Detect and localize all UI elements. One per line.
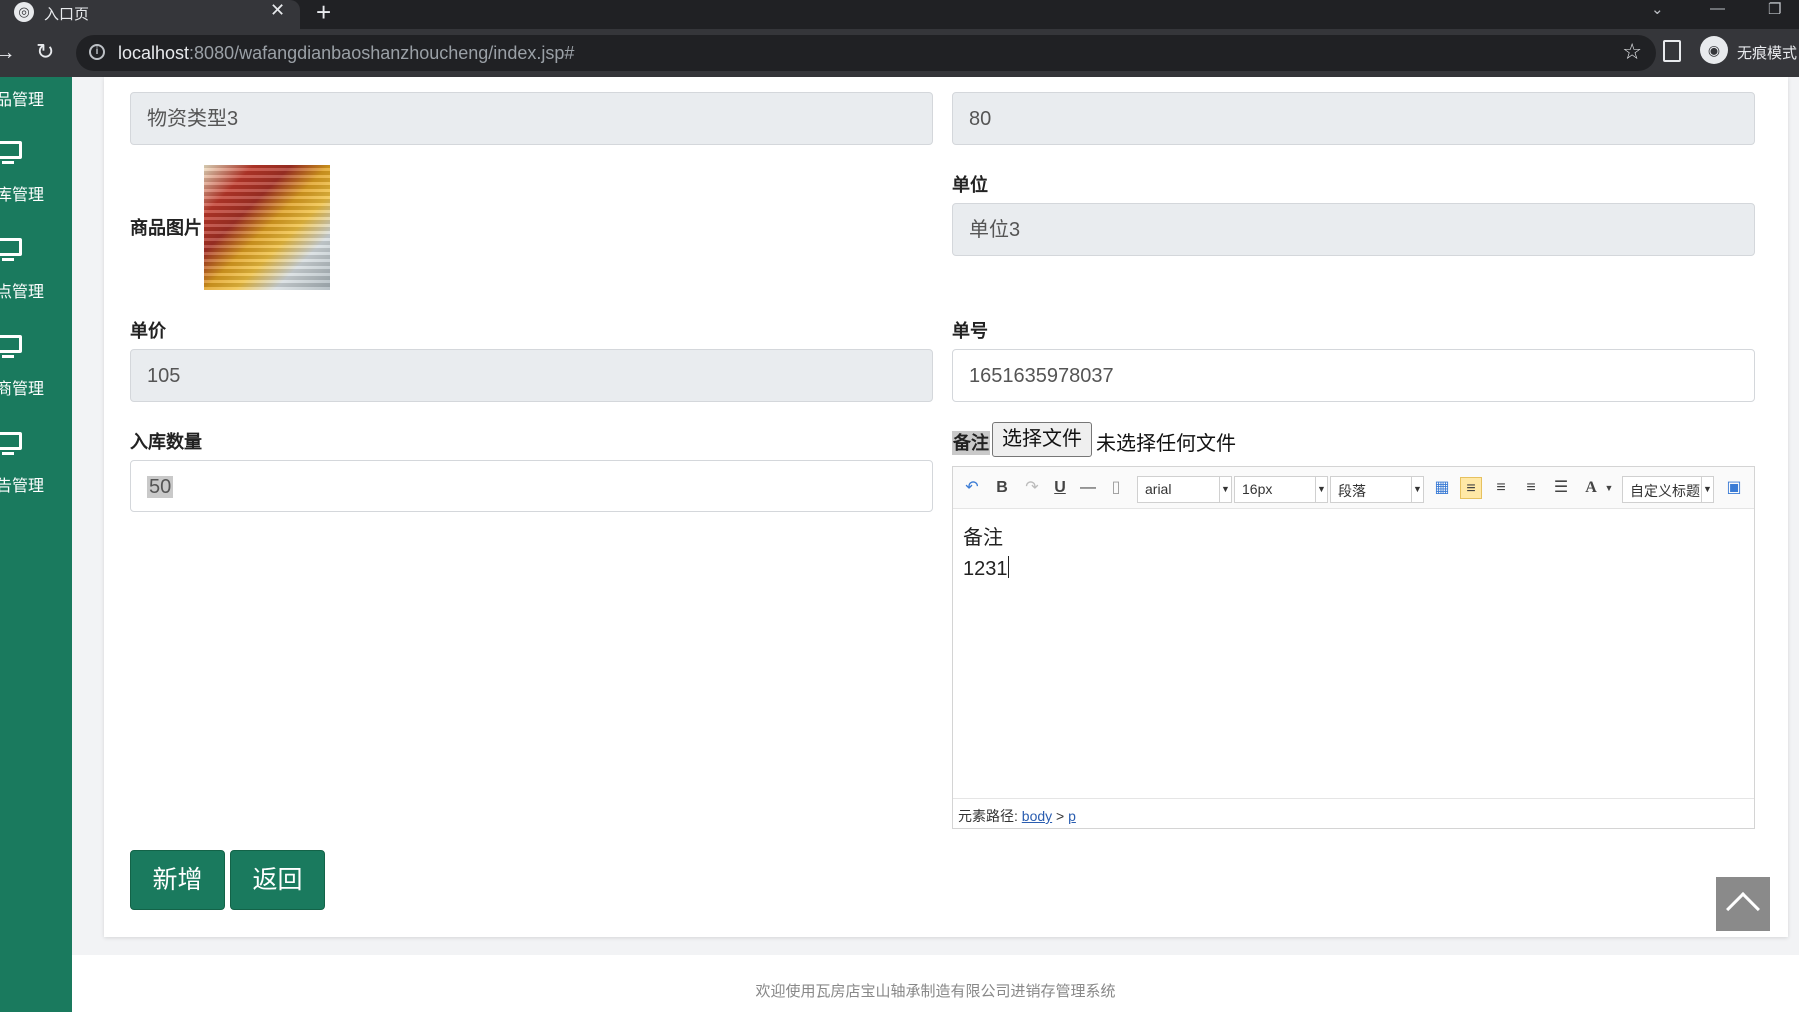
back-to-top-button[interactable] <box>1716 877 1770 931</box>
underline-icon[interactable]: U <box>1049 477 1071 499</box>
editor-toolbar: ↶ B ↷ U — ▯ arial ▼ 16px ▼ 段落 ▼ ▦ ≡ ≡ ≡ ☰ A… <box>953 467 1754 509</box>
new-tab-icon[interactable]: + <box>316 0 331 28</box>
material-type-field[interactable]: 物资类型3 <box>130 92 933 145</box>
unit-field[interactable]: 单位3 <box>952 203 1755 256</box>
globe-icon: ◎ <box>14 2 34 22</box>
url-field[interactable]: i localhost:8080/wafangdianbaoshanzhouch… <box>76 35 1656 71</box>
order-no-label: 单号 <box>952 321 988 341</box>
path-separator: > <box>1056 808 1065 824</box>
undo-icon[interactable]: ↶ <box>961 477 983 499</box>
incognito-icon[interactable]: ◉ <box>1700 36 1728 64</box>
quantity-field[interactable]: 80 <box>952 92 1755 145</box>
price-field[interactable]: 105 <box>130 349 933 402</box>
monitor-icon <box>0 335 22 358</box>
chevron-up-icon <box>1726 892 1760 926</box>
image-label: 商品图片 <box>130 218 202 238</box>
chevron-down-icon[interactable]: ⌄ <box>1651 0 1664 18</box>
element-path: 元素路径: body > p <box>953 798 1754 828</box>
font-family-select[interactable]: arial ▼ <box>1137 476 1232 503</box>
back-button[interactable]: 返回 <box>230 850 325 910</box>
price-label: 单价 <box>130 321 166 341</box>
justify-icon[interactable]: ☰ <box>1550 477 1572 499</box>
monitor-icon <box>0 238 22 261</box>
font-size-select[interactable]: 16px ▼ <box>1234 476 1328 503</box>
align-center-icon[interactable]: ≡ <box>1520 477 1542 499</box>
editor-line: 备注 <box>963 527 1003 549</box>
editor-content[interactable]: 备注 1231 <box>963 523 1009 585</box>
font-color-dropdown-icon[interactable]: ▼ <box>1598 477 1620 499</box>
minimize-icon[interactable]: — <box>1710 0 1725 17</box>
forward-arrow-icon[interactable]: → <box>0 39 16 65</box>
unit-label: 单位 <box>952 175 988 195</box>
bookmark-star-icon[interactable]: ☆ <box>1622 39 1642 65</box>
browser-tab-bar: ◎ 入口页 ✕ + ⌄ — ❐ <box>0 0 1799 29</box>
editor-line-current: 1231 <box>963 556 1009 580</box>
incognito-label: 无痕模式 <box>1737 45 1798 62</box>
align-right-icon[interactable]: ≡ <box>1490 477 1512 499</box>
page-footer: 欢迎使用瓦房店宝山轴承制造有限公司进销存管理系统 <box>72 955 1799 1012</box>
info-icon[interactable]: i <box>89 44 105 60</box>
sidebar-item-label: 点管理 <box>0 284 45 301</box>
sidebar: 品管理 库管理 点管理 商管理 告管理 <box>0 77 72 1012</box>
sidebar-item-label: 商管理 <box>0 381 45 398</box>
monitor-icon <box>0 141 22 164</box>
product-image <box>204 165 330 290</box>
choose-file-button[interactable]: 选择文件 <box>992 422 1092 457</box>
url-text[interactable]: localhost:8080/wafangdianbaoshanzhouchen… <box>118 43 574 64</box>
path-p-link[interactable]: p <box>1068 808 1076 824</box>
browser-tab[interactable]: ◎ 入口页 ✕ <box>0 0 300 29</box>
redo-icon[interactable]: ↷ <box>1021 477 1043 499</box>
custom-title-select[interactable]: 自定义标题 ▼ <box>1622 476 1714 503</box>
remark-label: 备注 <box>952 431 990 455</box>
add-button[interactable]: 新增 <box>130 850 225 910</box>
sidebar-item-label: 告管理 <box>0 478 45 495</box>
remark-editor: ↶ B ↷ U — ▯ arial ▼ 16px ▼ 段落 ▼ ▦ ≡ ≡ ≡ ☰ A… <box>952 466 1755 829</box>
close-icon[interactable]: ✕ <box>270 0 285 21</box>
in-qty-value: 50 <box>147 476 174 498</box>
path-body-link[interactable]: body <box>1022 808 1052 824</box>
path-label: 元素路径: <box>958 808 1018 824</box>
address-bar: → ↻ i localhost:8080/wafangdianbaoshanzh… <box>0 29 1799 77</box>
monitor-icon <box>0 432 22 455</box>
reload-icon[interactable]: ↻ <box>36 39 54 65</box>
table-icon[interactable]: ▦ <box>1431 477 1453 499</box>
order-no-field[interactable]: 1651635978037 <box>952 349 1755 402</box>
sidebar-item-label: 库管理 <box>0 187 45 204</box>
in-qty-field[interactable]: 50 <box>130 460 933 512</box>
in-qty-label: 入库数量 <box>130 432 202 452</box>
restore-icon[interactable]: ❐ <box>1768 0 1781 18</box>
text-caret <box>1007 556 1009 578</box>
sidebar-item-label: 品管理 <box>0 92 45 109</box>
horizontal-rule-icon[interactable]: — <box>1077 477 1099 499</box>
form-card: 物资类型3 80 商品图片 单位 单位3 单价 105 单号 165163597… <box>104 77 1788 937</box>
preview-icon[interactable]: ▣ <box>1723 477 1745 499</box>
page-icon[interactable]: ▯ <box>1105 477 1127 499</box>
align-left-icon[interactable]: ≡ <box>1460 477 1482 499</box>
paragraph-select[interactable]: 段落 ▼ <box>1330 476 1424 503</box>
tab-title: 入口页 <box>44 6 90 23</box>
bold-icon[interactable]: B <box>991 477 1013 499</box>
side-panel-icon[interactable] <box>1663 40 1681 62</box>
file-status: 未选择任何文件 <box>1096 433 1236 455</box>
